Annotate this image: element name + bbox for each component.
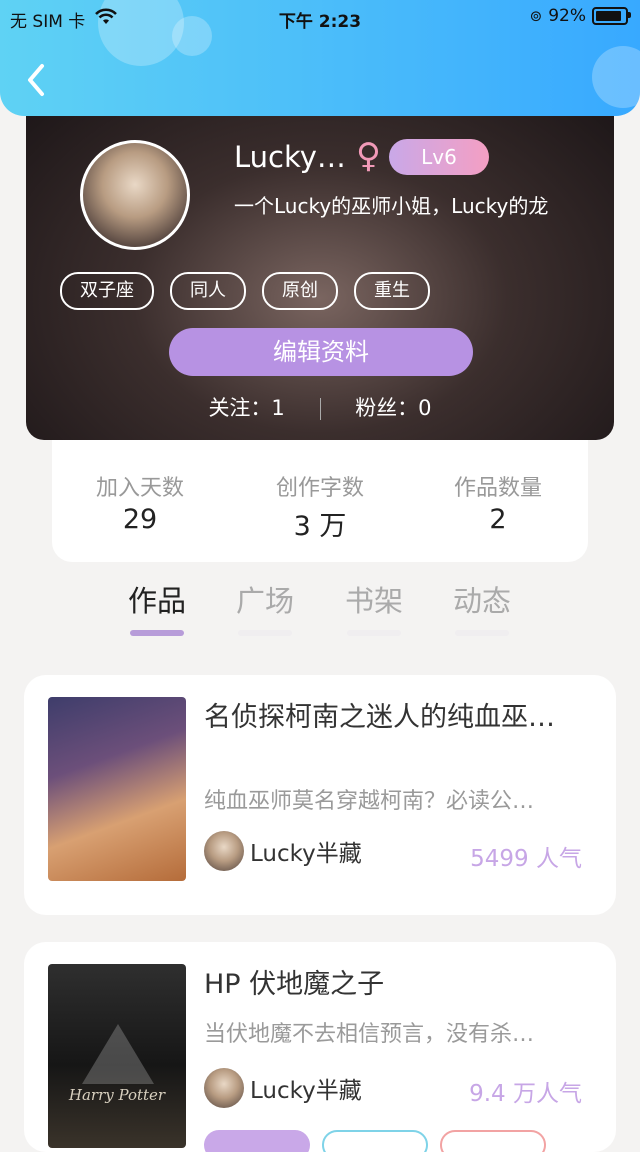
work-author[interactable]: Lucky半藏 (204, 1068, 362, 1108)
work-author[interactable]: Lucky半藏 (204, 831, 362, 871)
stat-label: 加入天数 (95, 476, 184, 501)
tab-label: 广场 (235, 584, 294, 618)
tab-indicator (455, 630, 509, 636)
tab-bar: 作品 广场 书架 动态 (0, 578, 640, 638)
deathly-hallows-icon (82, 1024, 154, 1084)
following-count[interactable]: 关注：1 (208, 392, 284, 422)
tab-indicator (347, 630, 401, 636)
tab-label: 动态 (452, 584, 511, 618)
tab-indicator (130, 630, 184, 636)
female-icon: ♀ (356, 136, 381, 176)
back-arrow-icon[interactable] (22, 62, 52, 98)
stat-label: 创作字数 (275, 476, 364, 501)
tag-list: 双子座 同人 原创 重生 (60, 272, 430, 310)
tab-activity[interactable]: 动态 (437, 578, 527, 636)
work-description: 当伏地魔不去相信预言，没有杀… (204, 1022, 535, 1047)
followers-count[interactable]: 粉丝：0 (355, 392, 431, 422)
battery-icon (592, 7, 631, 25)
edit-profile-button[interactable]: 编辑资料 (169, 328, 473, 376)
tag-item[interactable]: 重生 (354, 272, 430, 310)
stat-value: 2 (489, 504, 507, 535)
tag-item[interactable]: 原创 (262, 272, 338, 310)
status-bar: 无 SIM 卡 下午 2:23 ⊚ 92% (0, 0, 640, 34)
work-card[interactable]: 名侦探柯南之迷人的纯血巫… 纯血巫师莫名穿越柯南？必读公… Lucky半藏 54… (24, 675, 616, 915)
stat-value: 3 万 (293, 511, 347, 542)
stats-card: 加入天数 29 创作字数 3 万 作品数量 2 (52, 420, 588, 562)
battery-percent: 92% (548, 6, 586, 26)
cover-text: Harry Potter (68, 1086, 166, 1104)
work-popularity: 9.4 万人气 (469, 1081, 582, 1107)
stat-label: 作品数量 (453, 476, 542, 501)
follow-stats: 关注：1 粉丝：0 (26, 392, 614, 422)
work-tag (440, 1130, 546, 1152)
stat-value: 29 (122, 504, 158, 535)
work-card[interactable]: Harry Potter HP 伏地魔之子 当伏地魔不去相信预言，没有杀… Lu… (24, 942, 616, 1152)
work-title[interactable]: HP 伏地魔之子 (204, 962, 596, 1001)
level-badge: Lv6 (389, 139, 489, 175)
work-cover-image[interactable] (48, 697, 186, 881)
work-tag (204, 1130, 310, 1152)
work-description: 纯血巫师莫名穿越柯南？必读公… (204, 789, 535, 814)
tab-works[interactable]: 作品 (112, 578, 202, 636)
decor-bubble (592, 46, 640, 108)
tab-label: 作品 (127, 584, 186, 618)
author-avatar (204, 1068, 244, 1108)
stat-word-count: 创作字数 3 万 (240, 470, 400, 543)
author-avatar (204, 831, 244, 871)
tab-label: 书架 (344, 584, 403, 618)
work-title[interactable]: 名侦探柯南之迷人的纯血巫… (204, 695, 596, 734)
stat-join-days: 加入天数 29 (60, 470, 220, 535)
author-name: Lucky半藏 (250, 1078, 362, 1104)
user-bio: 一个Lucky的巫师小姐，Lucky的龙 (234, 194, 549, 218)
tab-square[interactable]: 广场 (220, 578, 310, 636)
divider (319, 398, 321, 420)
work-tag (322, 1130, 428, 1152)
tab-bookshelf[interactable]: 书架 (329, 578, 419, 636)
tag-item[interactable]: 双子座 (60, 272, 154, 310)
avatar[interactable] (80, 140, 190, 250)
work-cover-image[interactable]: Harry Potter (48, 964, 186, 1148)
tab-indicator (238, 630, 292, 636)
work-tags (204, 1130, 546, 1152)
rotation-lock-icon: ⊚ (529, 7, 543, 25)
user-name: Lucky… (234, 140, 346, 174)
stat-works-count: 作品数量 2 (418, 470, 578, 535)
author-name: Lucky半藏 (250, 841, 362, 867)
profile-card: Lucky… ♀ Lv6 一个Lucky的巫师小姐，Lucky的龙 双子座 同人… (26, 86, 614, 440)
work-popularity: 5499 人气 (470, 846, 582, 872)
tag-item[interactable]: 同人 (170, 272, 246, 310)
